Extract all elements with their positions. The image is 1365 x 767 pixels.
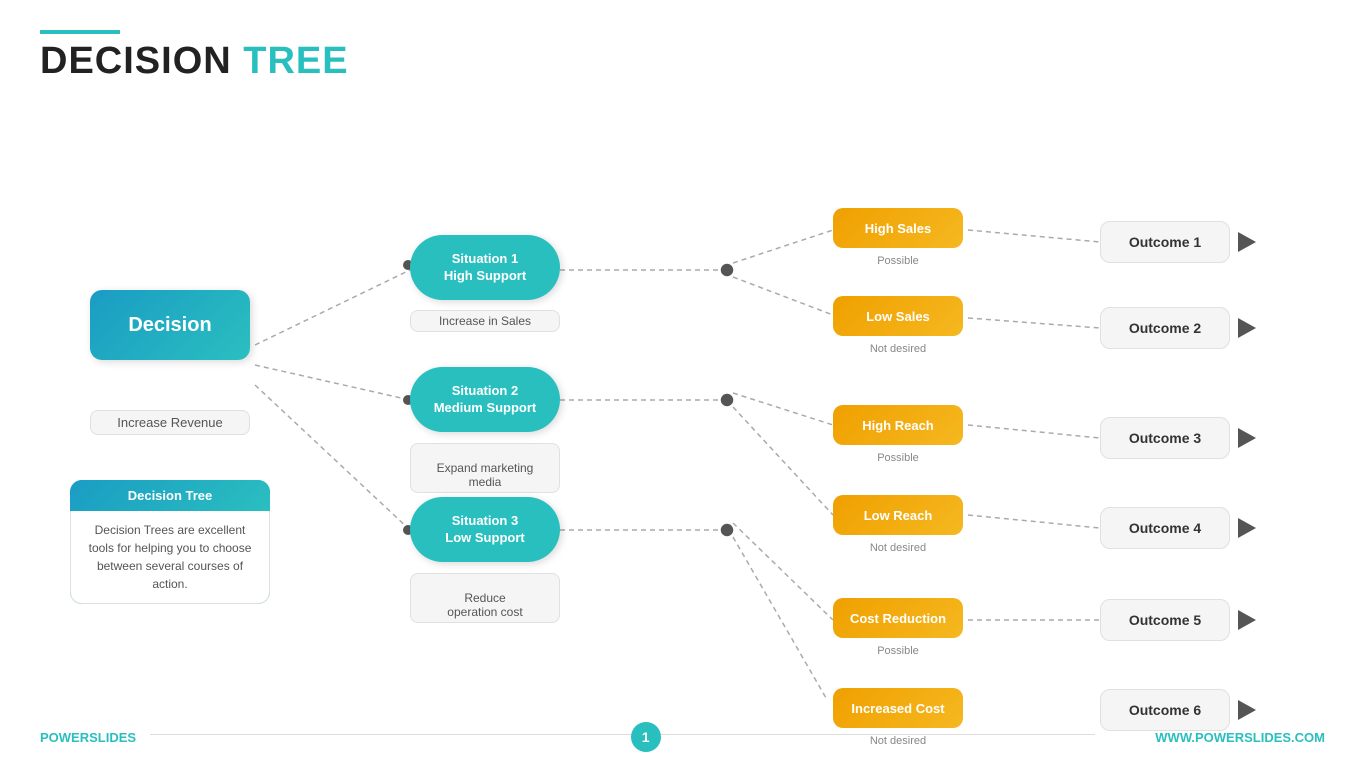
header-accent (40, 30, 120, 34)
brand-black: POWER (40, 730, 89, 745)
situation-3-sublabel: Reduce operation cost (410, 573, 560, 623)
outcome-low-sales-sub: Not desired (833, 343, 963, 355)
title-teal: TREE (243, 40, 348, 82)
diagram: Decision Increase Revenue Decision Tree … (40, 100, 1325, 700)
outcome-cost-reduction-sub: Possible (833, 645, 963, 657)
result-1: Outcome 1 (1100, 221, 1230, 263)
situation-1-text: Situation 1High Support (444, 251, 526, 285)
situation-1-sublabel: Increase in Sales (410, 310, 560, 332)
footer: POWERSLIDES 1 WWW.POWERSLIDES.COM (40, 722, 1325, 752)
footer-website: WWW.POWERSLIDES.COM (1155, 730, 1325, 745)
outcome-high-reach: High Reach (833, 405, 963, 445)
result-5: Outcome 5 (1100, 599, 1230, 641)
outcome-low-reach-sub: Not desired (833, 542, 963, 554)
outcome-cost-reduction: Cost Reduction (833, 598, 963, 638)
decision-sublabel: Increase Revenue (90, 410, 250, 435)
brand-teal: SLIDES (89, 730, 136, 745)
outcome-high-sales: High Sales (833, 208, 963, 248)
arrow-6 (1238, 700, 1256, 720)
arrow-2 (1238, 318, 1256, 338)
situation-2-sublabel: Expand marketing media (410, 443, 560, 493)
decision-node: Decision (90, 290, 250, 360)
page-title: DECISION TREE (40, 42, 1325, 80)
situation-node-3: Situation 3Low Support (410, 497, 560, 562)
info-box: Decision Tree Decision Trees are excelle… (70, 480, 270, 604)
arrow-5 (1238, 610, 1256, 630)
result-3: Outcome 3 (1100, 417, 1230, 459)
outcome-high-reach-sub: Possible (833, 452, 963, 464)
outcome-low-reach: Low Reach (833, 495, 963, 535)
decision-label: Decision (128, 314, 211, 337)
situation-node-1: Situation 1High Support (410, 235, 560, 300)
footer-brand: POWERSLIDES (40, 730, 136, 745)
page: DECISION TREE (0, 0, 1365, 767)
situation-2-text: Situation 2Medium Support (434, 383, 537, 417)
result-2: Outcome 2 (1100, 307, 1230, 349)
outcome-low-sales: Low Sales (833, 296, 963, 336)
result-4: Outcome 4 (1100, 507, 1230, 549)
situation-node-2: Situation 2Medium Support (410, 367, 560, 432)
page-number: 1 (631, 722, 661, 752)
arrow-1 (1238, 232, 1256, 252)
title-black: DECISION (40, 40, 232, 82)
situation-3-text: Situation 3Low Support (445, 513, 524, 547)
info-box-body: Decision Trees are excellent tools for h… (70, 511, 270, 604)
info-box-title: Decision Tree (70, 480, 270, 511)
arrow-3 (1238, 428, 1256, 448)
arrow-4 (1238, 518, 1256, 538)
outcome-high-sales-sub: Possible (833, 255, 963, 267)
